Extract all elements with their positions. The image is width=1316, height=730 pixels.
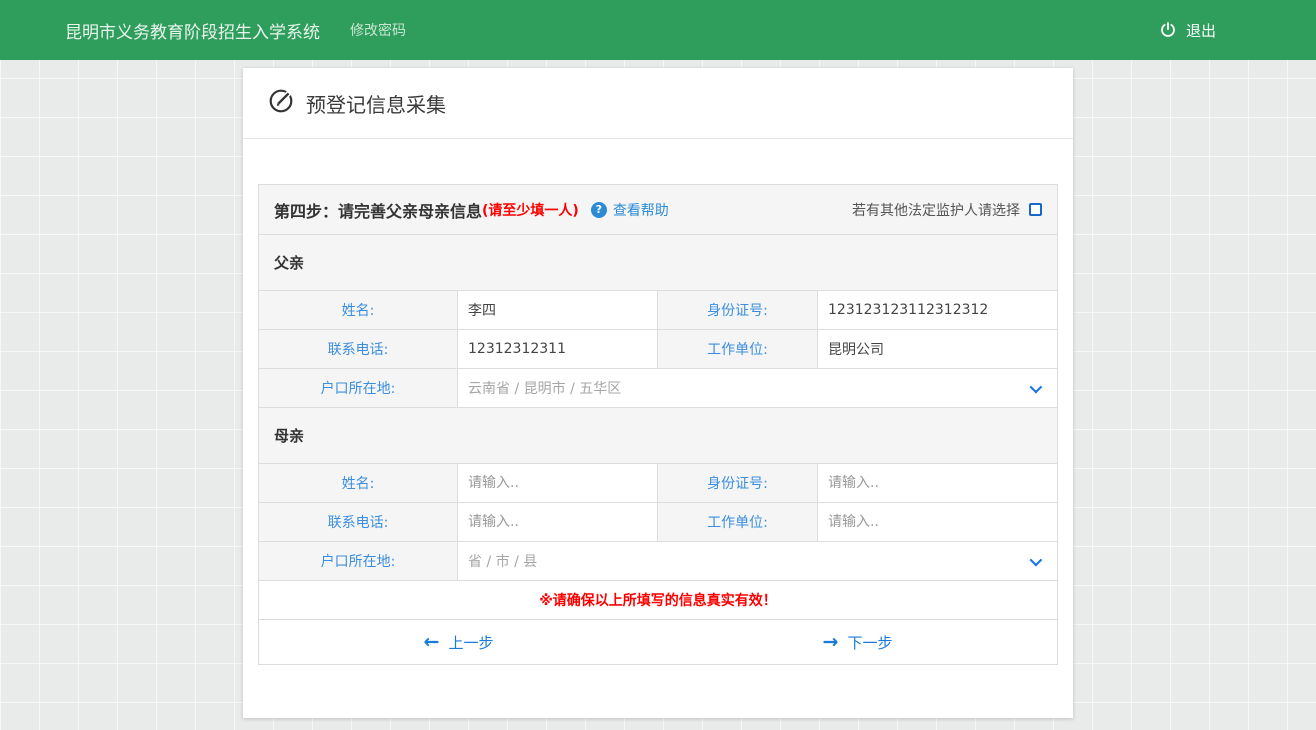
card-body: 第四步：请完善父亲母亲信息 (请至少填一人) ? 查看帮助 若有其他法定监护人请… [243, 139, 1073, 695]
chevron-down-icon [1030, 380, 1043, 393]
prev-step-button[interactable]: ← 上一步 [259, 620, 658, 664]
edit-icon [268, 88, 294, 118]
next-step-button[interactable]: → 下一步 [658, 620, 1057, 664]
mother-residence-row: 户口所在地: 省 / 市 / 县 [259, 542, 1057, 581]
other-guardian-checkbox[interactable] [1029, 203, 1042, 216]
mother-name-cell [458, 464, 658, 502]
father-phone-input[interactable] [458, 330, 657, 368]
step-header-left: 第四步：请完善父亲母亲信息 (请至少填一人) ? 查看帮助 [274, 198, 669, 222]
mother-name-input[interactable] [458, 464, 657, 502]
mother-id-input[interactable] [818, 464, 1057, 502]
father-work-input[interactable] [818, 330, 1057, 368]
father-name-label: 姓名: [259, 291, 458, 329]
father-row-2: 联系电话: 工作单位: [259, 330, 1057, 369]
father-name-input[interactable] [458, 291, 657, 329]
step-nav: ← 上一步 → 下一步 [259, 620, 1057, 664]
father-work-label: 工作单位: [658, 330, 818, 368]
logout-label: 退出 [1186, 20, 1216, 41]
arrow-right-icon: → [823, 633, 839, 652]
father-residence-value: 云南省 / 昆明市 / 五华区 [458, 378, 631, 398]
step-header: 第四步：请完善父亲母亲信息 (请至少填一人) ? 查看帮助 若有其他法定监护人请… [259, 185, 1057, 235]
help-link[interactable]: ? 查看帮助 [591, 200, 669, 220]
help-link-label: 查看帮助 [613, 200, 669, 220]
mother-phone-input[interactable] [458, 503, 657, 541]
page-title: 预登记信息采集 [306, 89, 446, 118]
mother-id-label: 身份证号: [658, 464, 818, 502]
step-hint: (请至少填一人) [482, 200, 579, 220]
card-header: 预登记信息采集 [243, 68, 1073, 139]
mother-work-cell [818, 503, 1057, 541]
mother-residence-select[interactable]: 省 / 市 / 县 [458, 542, 1057, 580]
father-row-1: 姓名: 身份证号: [259, 291, 1057, 330]
father-phone-cell [458, 330, 658, 368]
navbar: 昆明市义务教育阶段招生入学系统 修改密码 退出 [0, 0, 1316, 60]
mother-name-label: 姓名: [259, 464, 458, 502]
logout-button[interactable]: 退出 [1159, 20, 1216, 41]
other-guardian-option: 若有其他法定监护人请选择 [852, 200, 1042, 220]
father-name-cell [458, 291, 658, 329]
form-panel: 第四步：请完善父亲母亲信息 (请至少填一人) ? 查看帮助 若有其他法定监护人请… [258, 184, 1058, 665]
father-id-cell [818, 291, 1057, 329]
validity-notice: ※请确保以上所填写的信息真实有效！ [259, 581, 1057, 620]
mother-row-1: 姓名: 身份证号: [259, 464, 1057, 503]
father-residence-row: 户口所在地: 云南省 / 昆明市 / 五华区 [259, 369, 1057, 408]
mother-row-2: 联系电话: 工作单位: [259, 503, 1057, 542]
navbar-left: 昆明市义务教育阶段招生入学系统 修改密码 [65, 18, 406, 43]
father-residence-label: 户口所在地: [259, 369, 458, 407]
main-card: 预登记信息采集 第四步：请完善父亲母亲信息 (请至少填一人) ? 查看帮助 若有… [243, 68, 1073, 718]
mother-id-cell [818, 464, 1057, 502]
father-phone-label: 联系电话: [259, 330, 458, 368]
prev-step-label: 上一步 [448, 632, 493, 653]
father-id-input[interactable] [818, 291, 1057, 329]
mother-phone-label: 联系电话: [259, 503, 458, 541]
father-residence-select[interactable]: 云南省 / 昆明市 / 五华区 [458, 369, 1057, 407]
chevron-down-icon [1030, 553, 1043, 566]
arrow-left-icon: ← [424, 633, 440, 652]
step-title: 第四步：请完善父亲母亲信息 [274, 198, 482, 222]
change-password-link[interactable]: 修改密码 [350, 20, 406, 40]
app-title: 昆明市义务教育阶段招生入学系统 [65, 18, 320, 43]
power-icon [1159, 21, 1177, 39]
mother-residence-label: 户口所在地: [259, 542, 458, 580]
father-section-header: 父亲 [259, 235, 1057, 291]
help-icon: ? [591, 202, 607, 218]
mother-work-label: 工作单位: [658, 503, 818, 541]
next-step-label: 下一步 [847, 632, 892, 653]
mother-phone-cell [458, 503, 658, 541]
mother-work-input[interactable] [818, 503, 1057, 541]
mother-residence-placeholder: 省 / 市 / 县 [458, 551, 547, 571]
father-id-label: 身份证号: [658, 291, 818, 329]
mother-section-header: 母亲 [259, 408, 1057, 464]
other-guardian-label: 若有其他法定监护人请选择 [852, 200, 1020, 220]
father-work-cell [818, 330, 1057, 368]
